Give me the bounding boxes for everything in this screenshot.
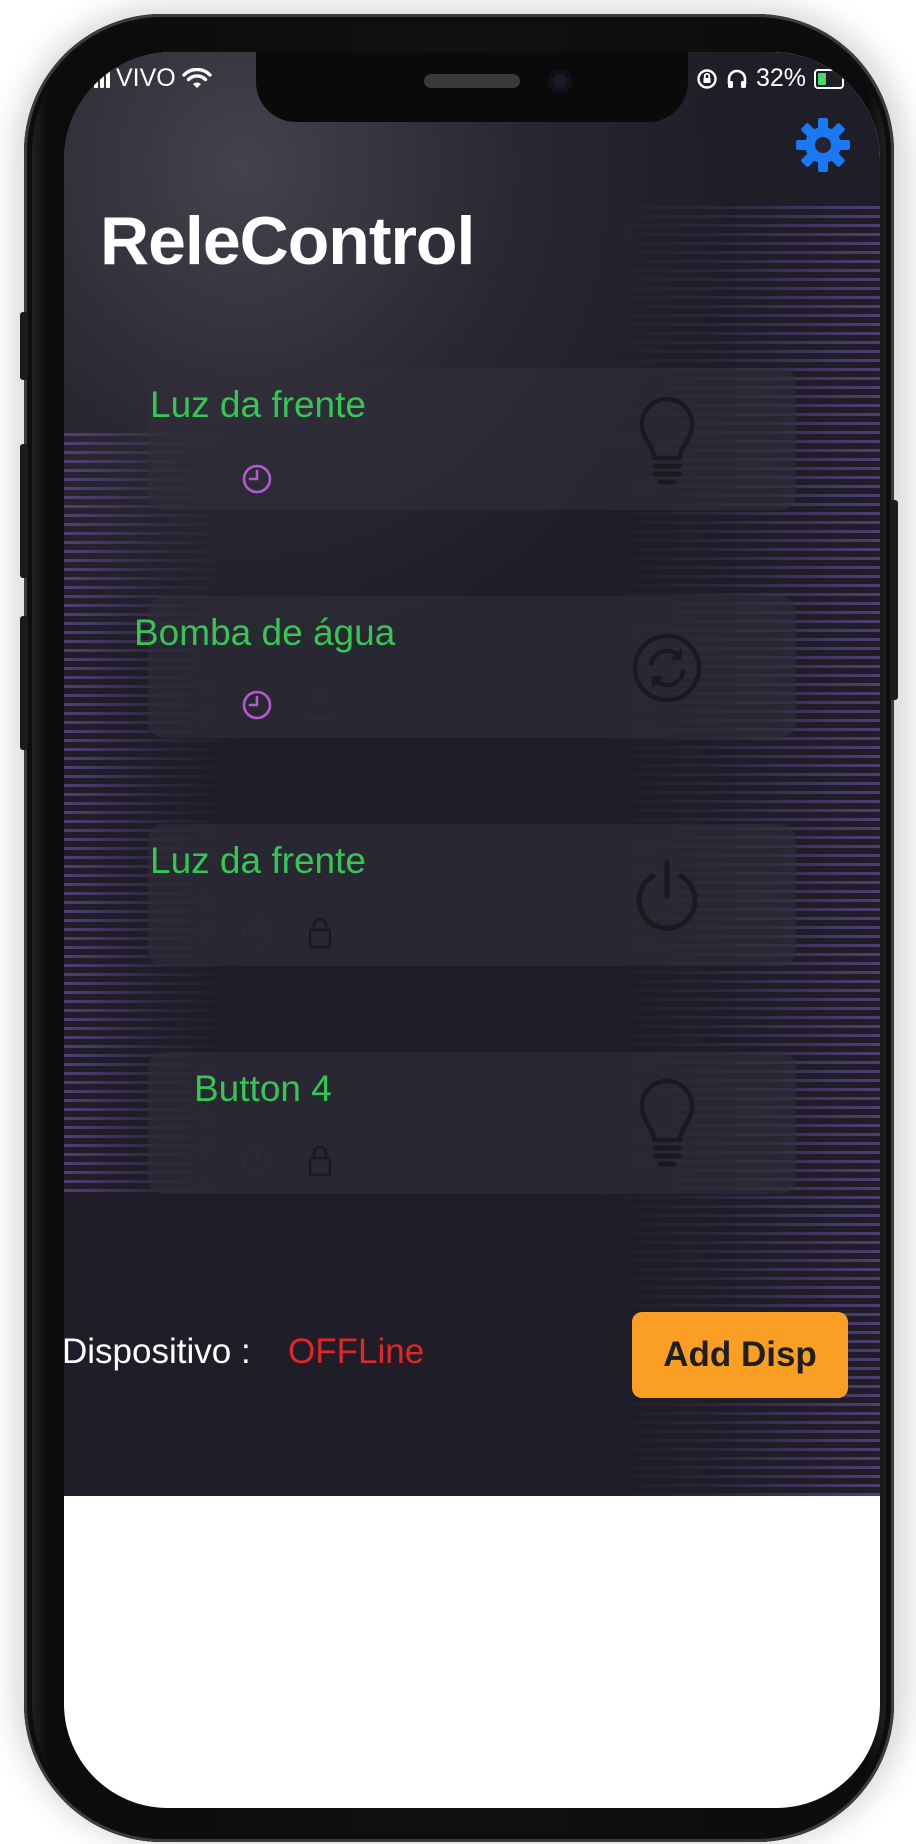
lightbulb-icon bbox=[639, 396, 695, 485]
orientation-lock-icon bbox=[697, 68, 717, 89]
wifi-icon bbox=[182, 67, 212, 88]
clock-icon[interactable] bbox=[240, 688, 274, 722]
signal-icon bbox=[88, 69, 110, 88]
status-bar-left: VIVO bbox=[88, 64, 212, 93]
relay-card-2-label: Bomba de água bbox=[134, 612, 396, 653]
lock-icon[interactable] bbox=[307, 688, 333, 722]
volume-up-button bbox=[20, 444, 28, 578]
clock-icon[interactable] bbox=[240, 462, 274, 496]
relay-card-3-label: Luz da frente bbox=[150, 840, 366, 881]
status-bar-right: 32% bbox=[696, 64, 844, 93]
clock-icon[interactable] bbox=[240, 1144, 274, 1178]
silent-switch bbox=[20, 312, 28, 380]
speaker-grille bbox=[424, 74, 520, 88]
gear-icon[interactable] bbox=[794, 116, 852, 174]
battery-icon bbox=[814, 68, 844, 89]
phone-screen: VIVO 32% ReleControl Luz da frente Bomba… bbox=[64, 52, 880, 1808]
device-status: OFFLine bbox=[288, 1332, 425, 1371]
app-title: ReleControl bbox=[100, 203, 475, 279]
clock-icon[interactable] bbox=[240, 916, 274, 950]
lock-icon[interactable] bbox=[307, 916, 333, 950]
battery-percentage: 32% bbox=[755, 64, 806, 92]
carrier-name: VIVO bbox=[116, 64, 176, 92]
power-icon bbox=[636, 859, 698, 931]
device-label: Dispositivo : bbox=[64, 1332, 251, 1371]
app-area: VIVO 32% ReleControl Luz da frente Bomba… bbox=[64, 52, 880, 1496]
relay-card-4-label: Button 4 bbox=[194, 1068, 332, 1109]
lock-icon[interactable] bbox=[307, 1144, 333, 1178]
lightbulb-icon bbox=[639, 1078, 695, 1167]
headphones-icon bbox=[727, 69, 747, 88]
lock-icon[interactable] bbox=[307, 462, 333, 496]
sync-icon bbox=[632, 633, 702, 703]
add-device-button[interactable]: Add Disp bbox=[632, 1312, 848, 1398]
power-side-button bbox=[890, 500, 898, 700]
relay-card-1-label: Luz da frente bbox=[150, 384, 366, 425]
front-camera bbox=[548, 69, 572, 93]
volume-down-button bbox=[20, 616, 28, 750]
